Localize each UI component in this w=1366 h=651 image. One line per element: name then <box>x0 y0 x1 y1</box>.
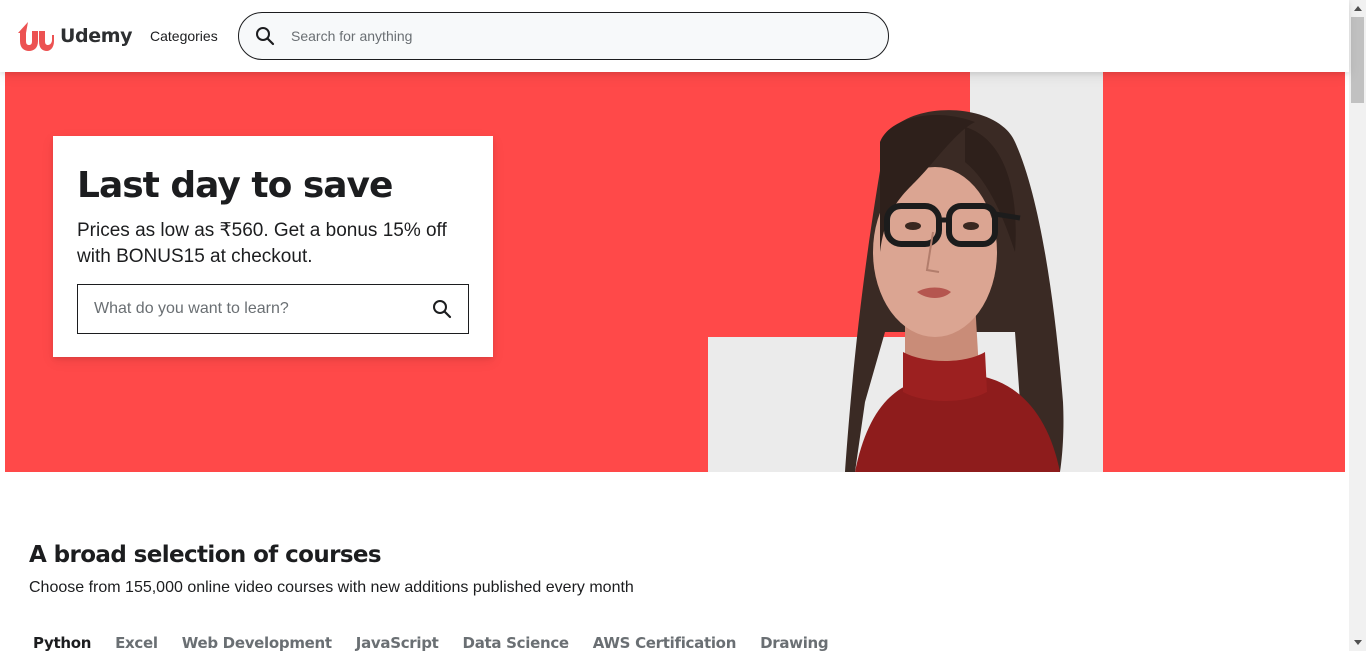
tab-excel[interactable]: Excel <box>115 634 158 651</box>
tab-aws-certification[interactable]: AWS Certification <box>593 634 737 651</box>
scroll-up-arrow-icon[interactable] <box>1349 0 1366 17</box>
logo-text: Udemy <box>60 25 133 47</box>
courses-section-title: A broad selection of courses <box>29 542 382 568</box>
promo-search-bar <box>77 284 469 334</box>
hero-background-block <box>708 337 843 472</box>
header-search-bar <box>238 12 889 60</box>
udemy-logo-icon <box>16 19 54 53</box>
hero-banner: Last day to save Prices as low as ₹560. … <box>5 72 1345 472</box>
courses-section-subtitle: Choose from 155,000 online video courses… <box>29 579 634 596</box>
header-search-input[interactable] <box>291 16 851 56</box>
promo-title: Last day to save <box>77 165 393 206</box>
promo-card: Last day to save Prices as low as ₹560. … <box>53 136 493 357</box>
search-icon[interactable] <box>241 13 289 59</box>
scroll-thumb[interactable] <box>1351 17 1364 103</box>
tab-python[interactable]: Python <box>33 634 91 651</box>
promo-search-input[interactable] <box>78 286 418 332</box>
search-icon[interactable] <box>418 285 466 333</box>
tab-web-development[interactable]: Web Development <box>182 634 332 651</box>
tab-javascript[interactable]: JavaScript <box>356 634 439 651</box>
hero-person-image <box>825 102 1085 472</box>
page-scrollbar[interactable] <box>1349 0 1366 651</box>
scroll-down-arrow-icon[interactable] <box>1349 634 1366 651</box>
promo-subtitle: Prices as low as ₹560. Get a bonus 15% o… <box>77 220 447 267</box>
tab-drawing[interactable]: Drawing <box>760 634 829 651</box>
tab-data-science[interactable]: Data Science <box>463 634 570 651</box>
categories-menu[interactable]: Categories <box>150 28 218 44</box>
top-header: Udemy Categories <box>0 0 1349 72</box>
udemy-logo[interactable]: Udemy <box>16 18 133 54</box>
course-category-tabs: Python Excel Web Development JavaScript … <box>33 634 852 651</box>
